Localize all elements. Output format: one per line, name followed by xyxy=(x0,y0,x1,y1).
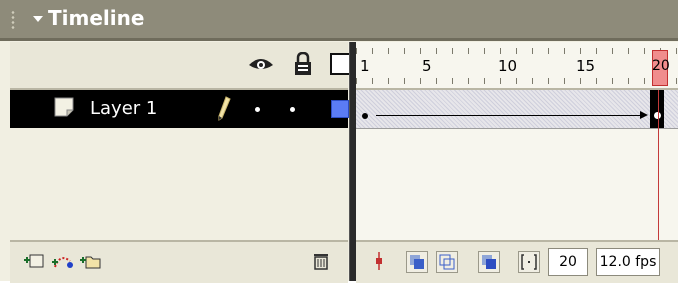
frame-toolbar: 20 12.0 fps xyxy=(356,240,678,283)
current-frame-field[interactable]: 20 xyxy=(548,248,588,276)
panel-title-bar[interactable]: Timeline xyxy=(0,0,678,38)
modify-onion-markers-button[interactable] xyxy=(518,251,540,273)
ruler-label: 1 xyxy=(360,57,370,75)
playhead-line xyxy=(658,90,659,240)
layer-row[interactable]: Layer 1 xyxy=(10,90,349,128)
panel-title: Timeline xyxy=(48,6,145,30)
lock-dot[interactable] xyxy=(290,107,295,112)
visibility-dot[interactable] xyxy=(255,107,260,112)
ruler-ticks-bottom xyxy=(356,78,678,84)
lock-icon[interactable] xyxy=(294,52,312,76)
layer-name: Layer 1 xyxy=(90,98,158,119)
edit-multiple-frames-button[interactable] xyxy=(478,251,500,273)
layer-list: Layer 1 xyxy=(10,90,349,240)
panel-splitter[interactable] xyxy=(349,42,356,281)
onion-skin-outlines-icon xyxy=(439,254,455,270)
delete-layer-icon[interactable] xyxy=(310,251,332,271)
pencil-icon xyxy=(218,96,231,121)
layer-frames-row[interactable] xyxy=(356,90,678,129)
ruler-label: 5 xyxy=(422,57,432,75)
layer-page-icon xyxy=(54,97,74,117)
title-shadow xyxy=(0,38,678,41)
onion-markers-icon xyxy=(521,254,537,270)
center-frame-icon[interactable] xyxy=(368,251,390,271)
eye-icon[interactable] xyxy=(248,55,274,73)
gripper-icon[interactable] xyxy=(10,10,16,30)
ruler-label: 15 xyxy=(576,57,596,75)
collapse-arrow-icon[interactable] xyxy=(33,16,43,22)
layer-header xyxy=(10,42,352,90)
end-keyframe[interactable] xyxy=(650,90,664,128)
ruler-ticks-top xyxy=(356,48,678,54)
add-motion-guide-icon[interactable] xyxy=(52,251,74,271)
insert-layer-folder-icon[interactable] xyxy=(80,251,102,271)
tween-arrow-icon xyxy=(640,111,648,119)
layer-toolbar xyxy=(10,240,348,283)
onion-skin-icon xyxy=(410,255,424,269)
timeline-panel: Timeline 1 5 10 15 20 Layer 1 20 12.0 fp… xyxy=(0,0,678,283)
playhead-label: 20 xyxy=(652,58,670,74)
frame-rate-field[interactable]: 12.0 fps xyxy=(596,248,660,276)
outline-color-swatch[interactable] xyxy=(331,100,349,118)
edit-multiple-frames-icon xyxy=(482,255,496,269)
frame-ruler[interactable]: 1 5 10 15 20 xyxy=(356,42,678,90)
onion-skin-outlines-button[interactable] xyxy=(436,251,458,273)
ruler-label: 10 xyxy=(498,57,518,75)
motion-tween-line xyxy=(376,115,646,116)
insert-layer-icon[interactable] xyxy=(24,251,46,271)
start-keyframe[interactable] xyxy=(362,113,368,119)
onion-skin-button[interactable] xyxy=(406,251,428,273)
frames-area[interactable] xyxy=(356,90,678,240)
